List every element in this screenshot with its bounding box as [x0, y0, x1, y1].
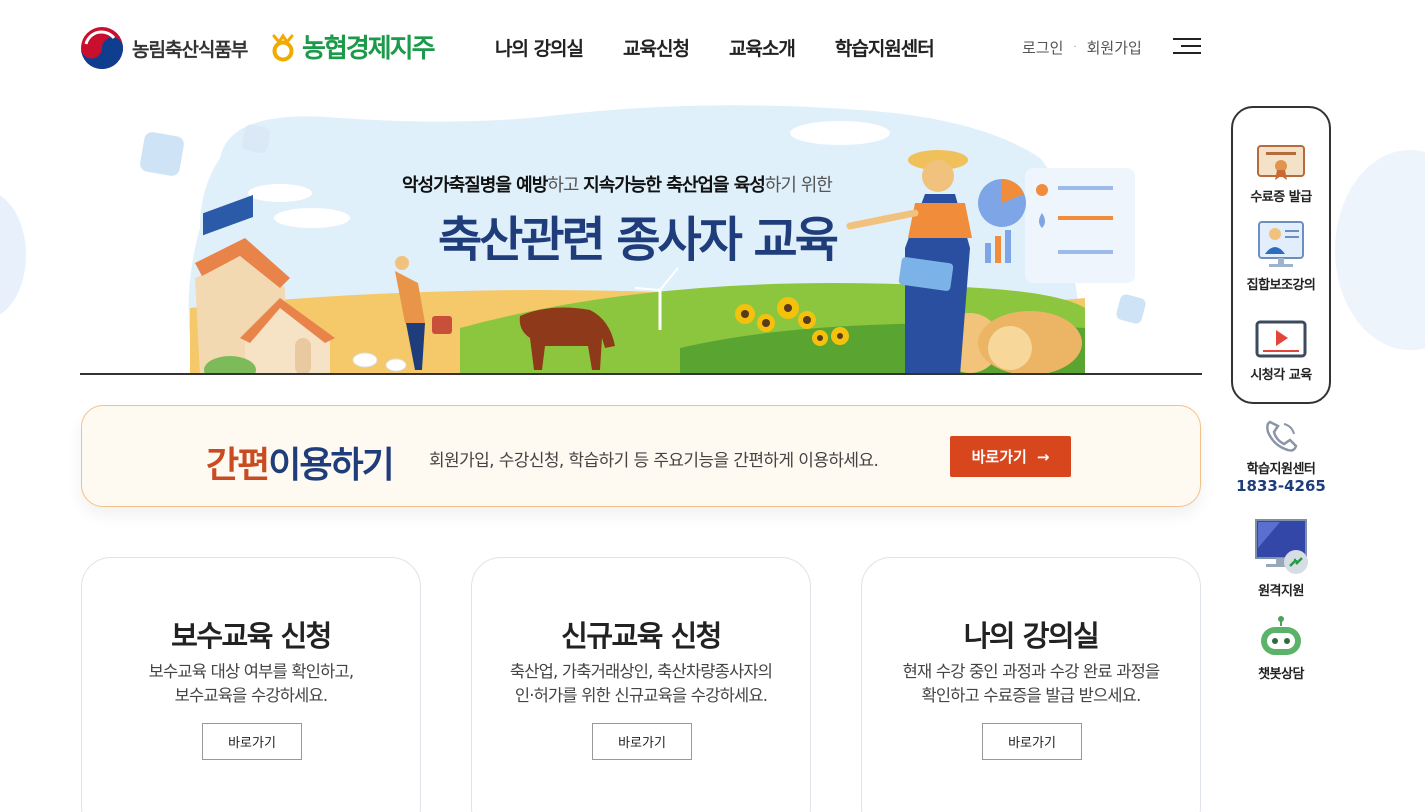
card-decoration — [152, 786, 352, 812]
arrow-right-icon: → — [1036, 447, 1050, 466]
hero-sub-part4: 하기 위한 — [764, 175, 833, 196]
card-desc-line: 보수교육 대상 여부를 확인하고, — [148, 662, 355, 681]
card-go-button[interactable]: 바로가기 — [982, 723, 1082, 760]
robot-icon — [1261, 616, 1301, 655]
side-chatbot[interactable]: 챗봇상담 — [1231, 615, 1331, 682]
card-description: 현재 수강 중인 과정과 수강 완료 과정을 확인하고 수료증을 발급 받으세요… — [862, 660, 1200, 708]
card-description: 축산업, 가축거래상인, 축산차량종사자의 인·허가를 위한 신규교육을 수강하… — [472, 660, 810, 708]
side-item-label: 시청각 교육 — [1250, 368, 1312, 383]
hero-sub-part3: 지속가능한 축산업을 육성 — [583, 175, 766, 196]
gov-logo[interactable]: 농림축산식품부 — [80, 26, 248, 70]
card-desc-line: 축산업, 가축거래상인, 축산차량종사자의 — [509, 662, 773, 681]
nav-apply[interactable]: 교육신청 — [623, 34, 690, 61]
card-description: 보수교육 대상 여부를 확인하고, 보수교육을 수강하세요. — [82, 660, 420, 708]
hero-sub-part1: 악성가축질병을 예방 — [402, 175, 548, 196]
support-center-label: 학습지원센터 — [1246, 462, 1316, 477]
card-title: 나의 강의실 — [963, 619, 1100, 653]
gov-logo-text: 농림축산식품부 — [132, 38, 248, 61]
decorative-blob-right — [1335, 150, 1425, 350]
quick-title-accent: 간편 — [206, 445, 270, 486]
card-new-apply: 신규교육 신청 축산업, 가축거래상인, 축산차량종사자의 인·허가를 위한 신… — [471, 557, 811, 812]
remote-support-label: 원격지원 — [1258, 584, 1304, 599]
lecture-icon — [1258, 221, 1304, 267]
util-links: 로그인 · 회원가입 — [1022, 37, 1142, 58]
card-desc-line: 인·허가를 위한 신규교육을 수강하세요. — [514, 686, 768, 705]
side-item-label: 집합보조강의 — [1246, 278, 1316, 293]
quick-use-title: 간편이용하기 — [206, 436, 395, 488]
card-go-button[interactable]: 바로가기 — [592, 723, 692, 760]
card-decoration — [542, 786, 742, 812]
quick-title-main: 이용하기 — [268, 445, 394, 486]
nh-logo-text: 농협경제지주 — [302, 34, 436, 64]
phone-icon — [1266, 420, 1298, 452]
card-decoration — [932, 786, 1132, 812]
certificate-icon — [1257, 145, 1305, 180]
signup-link[interactable]: 회원가입 — [1087, 37, 1142, 58]
nh-logo[interactable]: 농협경제지주 — [270, 28, 436, 65]
card-desc-line: 보수교육을 수강하세요. — [174, 686, 329, 705]
hero-sub-part2: 하고 — [547, 175, 579, 196]
side-remote-support[interactable]: 원격지원 — [1231, 518, 1331, 599]
nav-support-center[interactable]: 학습지원센터 — [835, 34, 935, 61]
hero-title: 축산관련 종사자 교육 — [438, 212, 839, 268]
card-desc-line: 확인하고 수료증을 발급 받으세요. — [921, 686, 1141, 705]
card-desc-line: 현재 수강 중인 과정과 수강 완료 과정을 — [902, 662, 1161, 681]
side-support-center[interactable]: 학습지원센터 1833-4265 — [1231, 418, 1331, 495]
login-link[interactable]: 로그인 — [1022, 37, 1063, 58]
support-phone-number[interactable]: 1833-4265 — [1231, 477, 1331, 495]
side-item-group-lecture[interactable]: 집합보조강의 — [1233, 220, 1329, 293]
card-my-classroom: 나의 강의실 현재 수강 중인 과정과 수강 완료 과정을 확인하고 수료증을 … — [861, 557, 1201, 812]
side-quick-menu: 수료증 발급 집합보조강의 시청각 교육 — [1231, 106, 1331, 404]
chatbot-label: 챗봇상담 — [1258, 667, 1304, 682]
quick-use-description: 회원가입, 수강신청, 학습하기 등 주요기능을 간편하게 이용하세요. — [429, 451, 879, 471]
side-item-label: 수료증 발급 — [1250, 190, 1312, 205]
taegeuk-emblem-icon — [81, 27, 123, 69]
quick-go-button[interactable]: 바로가기 → — [950, 436, 1071, 477]
hero-subtitle: 악성가축질병을 예방하고 지속가능한 축산업을 육성하기 위한 — [402, 171, 833, 197]
hamburger-icon[interactable] — [1173, 36, 1201, 56]
monitor-icon — [1255, 519, 1308, 574]
nav-intro[interactable]: 교육소개 — [729, 34, 796, 61]
card-title: 보수교육 신청 — [171, 619, 332, 653]
util-separator: · — [1073, 42, 1077, 53]
nav-my-classroom[interactable]: 나의 강의실 — [495, 34, 584, 61]
hero-banner: 악성가축질병을 예방하고 지속가능한 축산업을 육성하기 위한 축산관련 종사자… — [80, 98, 1202, 375]
site-header: 농림축산식품부 농협경제지주 나의 강의실 교육신청 교육소개 학습지원센터 로… — [80, 24, 1202, 70]
side-item-certificate[interactable]: 수료증 발급 — [1233, 144, 1329, 205]
card-go-button[interactable]: 바로가기 — [202, 723, 302, 760]
card-title: 신규교육 신청 — [561, 619, 722, 653]
decorative-blob-left — [0, 190, 26, 320]
card-refresher-apply: 보수교육 신청 보수교육 대상 여부를 확인하고, 보수교육을 수강하세요. 바… — [81, 557, 421, 812]
nh-emblem-icon — [272, 32, 294, 61]
side-item-video[interactable]: 시청각 교육 — [1233, 320, 1329, 383]
quick-go-label: 바로가기 — [971, 448, 1027, 466]
main-nav: 나의 강의실 교육신청 교육소개 학습지원센터 — [495, 34, 935, 61]
quick-use-bar: 간편이용하기 회원가입, 수강신청, 학습하기 등 주요기능을 간편하게 이용하… — [81, 405, 1201, 507]
video-play-icon — [1255, 320, 1307, 358]
